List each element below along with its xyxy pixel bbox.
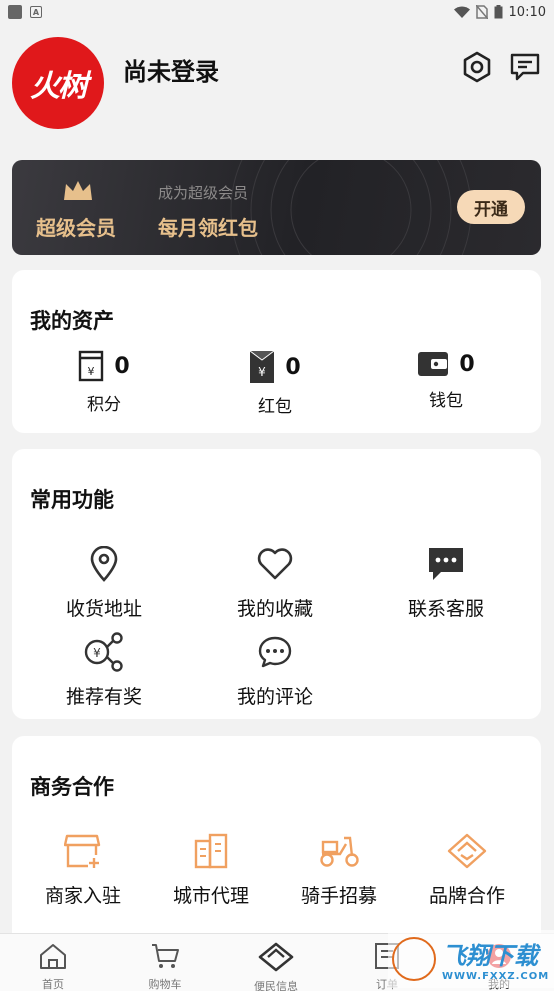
func-customer-service-label: 联系客服 [407, 598, 484, 620]
biz-city-agent[interactable]: 城市代理 [146, 831, 276, 908]
decorative-arcs [230, 160, 472, 255]
watermark-url: WWW.FXXZ.COM [442, 971, 550, 982]
handshake-icon [447, 833, 487, 869]
notification-icon [8, 5, 22, 19]
func-comments-label: 我的评论 [236, 686, 313, 708]
wallet-label: 钱包 [429, 391, 463, 411]
biz-city-agent-label: 城市代理 [172, 885, 249, 907]
scooter-icon [320, 836, 359, 867]
tab-cart[interactable]: 购物车 [110, 942, 220, 991]
messages-button[interactable] [508, 50, 542, 84]
heart-icon [257, 548, 293, 580]
wifi-icon [453, 6, 470, 18]
func-referral-label: 推荐有奖 [65, 686, 142, 708]
business-title: 商务合作 [30, 775, 114, 799]
red-envelope-label: 红包 [258, 397, 292, 417]
func-favorites[interactable]: 我的收藏 [185, 544, 365, 621]
shop-icon [64, 834, 101, 868]
red-envelope-icon: ¥ [250, 350, 275, 383]
functions-title: 常用功能 [30, 488, 114, 512]
message-icon [510, 53, 540, 81]
tab-info[interactable]: 便民信息 [221, 942, 331, 991]
svg-text:¥: ¥ [93, 646, 101, 660]
func-customer-service[interactable]: 联系客服 [356, 544, 536, 621]
func-address[interactable]: 收货地址 [14, 544, 194, 621]
points-label: 积分 [87, 395, 121, 415]
crown-icon [64, 181, 92, 200]
assets-card: 我的资产 ¥ 0 积分 ¥ 0 红包 0 钱包 [12, 270, 541, 433]
vip-banner[interactable]: 超级会员 成为超级会员 每月领红包 开通 [12, 160, 541, 255]
func-comments[interactable]: 我的评论 [185, 632, 365, 709]
watermark-logo [392, 937, 436, 981]
biz-brand-label: 品牌合作 [428, 885, 505, 907]
func-referral[interactable]: ¥ 推荐有奖 [14, 632, 194, 709]
location-icon [90, 546, 118, 582]
settings-button[interactable] [460, 50, 494, 84]
watermark-text: 飞翔下载 [442, 942, 538, 970]
comment-icon [258, 636, 292, 668]
watermark: 飞翔下载 WWW.FXXZ.COM [388, 930, 554, 988]
biz-brand[interactable]: 品牌合作 [402, 831, 532, 908]
battery-icon [494, 5, 503, 19]
biz-merchant-label: 商家入驻 [44, 885, 121, 907]
profile-header: 火树 尚未登录 [0, 34, 554, 134]
biz-rider[interactable]: 骑手招募 [274, 831, 404, 908]
a-notification-icon: A [30, 6, 42, 18]
tab-info-label: 便民信息 [254, 980, 298, 991]
assets-title: 我的资产 [30, 309, 114, 333]
business-card: 商务合作 商家入驻 城市代理 骑手招募 品牌合作 [12, 736, 541, 946]
gear-icon [463, 51, 491, 83]
svg-text:¥: ¥ [88, 365, 95, 378]
func-favorites-label: 我的收藏 [236, 598, 313, 620]
status-time: 10:10 [508, 4, 546, 20]
asset-points[interactable]: ¥ 0 积分 [14, 350, 194, 420]
wallet-value: 0 [459, 351, 475, 377]
vip-subtitle: 成为超级会员 [158, 184, 249, 202]
vip-main-text: 每月领红包 [158, 216, 258, 240]
red-envelope-value: 0 [285, 354, 301, 380]
vip-open-button[interactable]: 开通 [457, 190, 525, 224]
brand-logo[interactable]: 火树 [12, 37, 104, 129]
tab-home-label: 首页 [42, 978, 64, 991]
login-status[interactable]: 尚未登录 [123, 52, 219, 87]
asset-red-envelope[interactable]: ¥ 0 红包 [185, 350, 365, 420]
cart-icon [152, 944, 179, 968]
asset-wallet[interactable]: 0 钱包 [356, 350, 536, 420]
tab-home[interactable]: 首页 [0, 942, 108, 991]
points-value: 0 [114, 353, 130, 379]
wallet-icon [418, 352, 449, 376]
tab-cart-label: 购物车 [148, 978, 182, 991]
city-icon [194, 833, 228, 869]
status-bar: A 10:10 [0, 0, 554, 24]
no-sim-icon [475, 5, 488, 19]
points-icon: ¥ [79, 350, 104, 382]
vip-title: 超级会员 [36, 216, 116, 240]
biz-rider-label: 骑手招募 [300, 885, 377, 907]
functions-card: 常用功能 收货地址 我的收藏 联系客服 ¥ 推荐有奖 我的评论 [12, 449, 541, 719]
handshake-icon [258, 942, 294, 972]
biz-merchant[interactable]: 商家入驻 [18, 831, 148, 908]
share-reward-icon: ¥ [84, 632, 123, 672]
home-icon [40, 944, 66, 969]
func-address-label: 收货地址 [65, 598, 142, 620]
svg-text:¥: ¥ [259, 365, 267, 379]
chat-icon [429, 548, 463, 580]
